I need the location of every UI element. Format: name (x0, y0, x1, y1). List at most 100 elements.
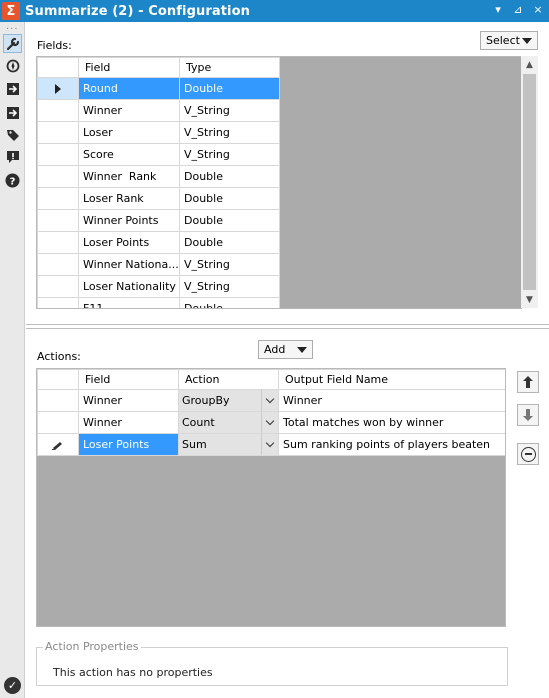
table-row[interactable]: Score V_String (37, 143, 280, 166)
type-cell[interactable]: V_String (179, 143, 280, 166)
table-row[interactable]: F11 Double (37, 297, 280, 308)
field-cell[interactable]: F11 (78, 297, 180, 308)
fields-scrollbar[interactable]: ▲ ▼ (521, 56, 538, 308)
field-cell[interactable]: Loser Points (78, 433, 179, 456)
output-field-cell[interactable]: Winner (278, 389, 505, 412)
field-cell[interactable]: Winner Rank (78, 165, 180, 188)
move-down-button[interactable] (517, 404, 539, 426)
table-row[interactable]: Winner Nationa... V_String (37, 253, 280, 276)
table-row[interactable]: Winner V_String (37, 99, 280, 122)
row-header-corner (37, 369, 79, 390)
row-selector[interactable] (37, 121, 79, 144)
action-value: GroupBy (182, 394, 230, 407)
type-cell[interactable]: Double (179, 165, 280, 188)
field-cell[interactable]: Loser Points (78, 231, 180, 254)
row-selector[interactable] (37, 297, 79, 308)
table-row[interactable]: Winner GroupBy Winner (37, 389, 505, 412)
field-cell[interactable]: Winner Nationa... (78, 253, 180, 276)
table-row[interactable]: Loser Points Sum Sum ranking points of p… (37, 433, 505, 456)
type-cell[interactable]: Double (179, 231, 280, 254)
field-cell[interactable]: Loser Nationality (78, 275, 180, 298)
action-dropdown[interactable]: Count (179, 412, 278, 433)
move-up-button[interactable] (517, 371, 539, 393)
table-row[interactable]: Loser Rank Double (37, 187, 280, 210)
type-cell[interactable]: Double (179, 187, 280, 210)
type-cell[interactable]: V_String (179, 253, 280, 276)
row-selector[interactable] (37, 389, 79, 412)
table-row[interactable]: Round Double (37, 77, 280, 100)
table-row[interactable]: Loser V_String (37, 121, 280, 144)
row-selector[interactable] (37, 143, 79, 166)
row-selector[interactable] (37, 187, 79, 210)
table-row[interactable]: Loser Nationality V_String (37, 275, 280, 298)
row-selector[interactable] (37, 433, 79, 456)
arrow-up-icon (523, 376, 533, 388)
close-icon[interactable]: × (531, 3, 545, 16)
row-selector[interactable] (37, 411, 79, 434)
table-row[interactable]: Winner Count Total matches won by winner (37, 411, 505, 434)
field-cell[interactable]: Round (78, 77, 180, 100)
row-selector[interactable] (37, 209, 79, 232)
action-cell[interactable]: Sum (178, 433, 279, 456)
dropdown-button[interactable] (261, 434, 278, 455)
remove-action-button[interactable] (517, 443, 539, 465)
action-properties-legend: Action Properties (43, 640, 141, 653)
wrench-icon[interactable] (3, 34, 22, 53)
column-header-output-field-name[interactable]: Output Field Name (278, 369, 505, 390)
table-row[interactable]: Loser Points Double (37, 231, 280, 254)
column-header-field[interactable]: Field (78, 369, 179, 390)
row-selector[interactable] (37, 231, 79, 254)
row-selector[interactable] (37, 165, 79, 188)
help-icon[interactable]: ? (3, 171, 22, 190)
output-field-cell[interactable]: Sum ranking points of players beaten (278, 433, 505, 456)
add-dropdown-button[interactable]: Add (258, 340, 313, 359)
row-selector[interactable] (37, 253, 79, 276)
action-dropdown[interactable]: Sum (179, 434, 278, 455)
select-dropdown-button[interactable]: Select (480, 31, 538, 50)
table-row[interactable]: Winner Points Double (37, 209, 280, 232)
type-cell[interactable]: V_String (179, 275, 280, 298)
type-cell[interactable]: Double (179, 297, 280, 308)
row-selector[interactable] (37, 275, 79, 298)
action-cell[interactable]: GroupBy (178, 389, 279, 412)
section-divider-lower (26, 328, 549, 329)
column-header-action[interactable]: Action (178, 369, 279, 390)
field-cell[interactable]: Loser Rank (78, 187, 180, 210)
type-cell[interactable]: Double (179, 209, 280, 232)
column-header-field[interactable]: Field (78, 57, 180, 78)
action-cell[interactable]: Count (178, 411, 279, 434)
dropdown-button[interactable] (261, 412, 278, 433)
action-dropdown[interactable]: GroupBy (179, 390, 278, 411)
field-cell[interactable]: Score (78, 143, 180, 166)
type-cell[interactable]: V_String (179, 121, 280, 144)
action-value: Count (182, 416, 215, 429)
compass-icon[interactable] (3, 56, 22, 75)
entry-icon[interactable] (3, 103, 22, 122)
output-field-cell[interactable]: Total matches won by winner (278, 411, 505, 434)
exit-icon[interactable] (3, 79, 22, 98)
scroll-down-icon[interactable]: ▼ (521, 291, 538, 308)
dropdown-button[interactable] (261, 390, 278, 411)
table-row[interactable]: Winner Rank Double (37, 165, 280, 188)
field-cell[interactable]: Winner (78, 99, 180, 122)
field-cell[interactable]: Winner (78, 389, 179, 412)
field-cell[interactable]: Winner Points (78, 209, 180, 232)
chevron-down-icon (297, 347, 307, 353)
type-cell[interactable]: V_String (179, 99, 280, 122)
row-selector[interactable] (37, 77, 79, 100)
scroll-thumb[interactable] (523, 74, 536, 290)
actions-header-row: Field Action Output Field Name (37, 369, 505, 390)
row-selector[interactable] (37, 99, 79, 122)
comment-icon[interactable] (3, 147, 22, 166)
column-header-type[interactable]: Type (179, 57, 280, 78)
pin-icon[interactable]: ⊿ (511, 3, 525, 16)
scroll-up-icon[interactable]: ▲ (521, 56, 538, 73)
type-cell[interactable]: Double (179, 77, 280, 100)
field-cell[interactable]: Winner (78, 411, 179, 434)
dropdown-icon[interactable]: ▾ (491, 3, 505, 16)
pencil-icon (52, 441, 62, 450)
tag-icon[interactable] (3, 125, 22, 144)
chevron-down-icon (265, 394, 275, 404)
section-divider[interactable] (26, 324, 549, 325)
field-cell[interactable]: Loser (78, 121, 180, 144)
